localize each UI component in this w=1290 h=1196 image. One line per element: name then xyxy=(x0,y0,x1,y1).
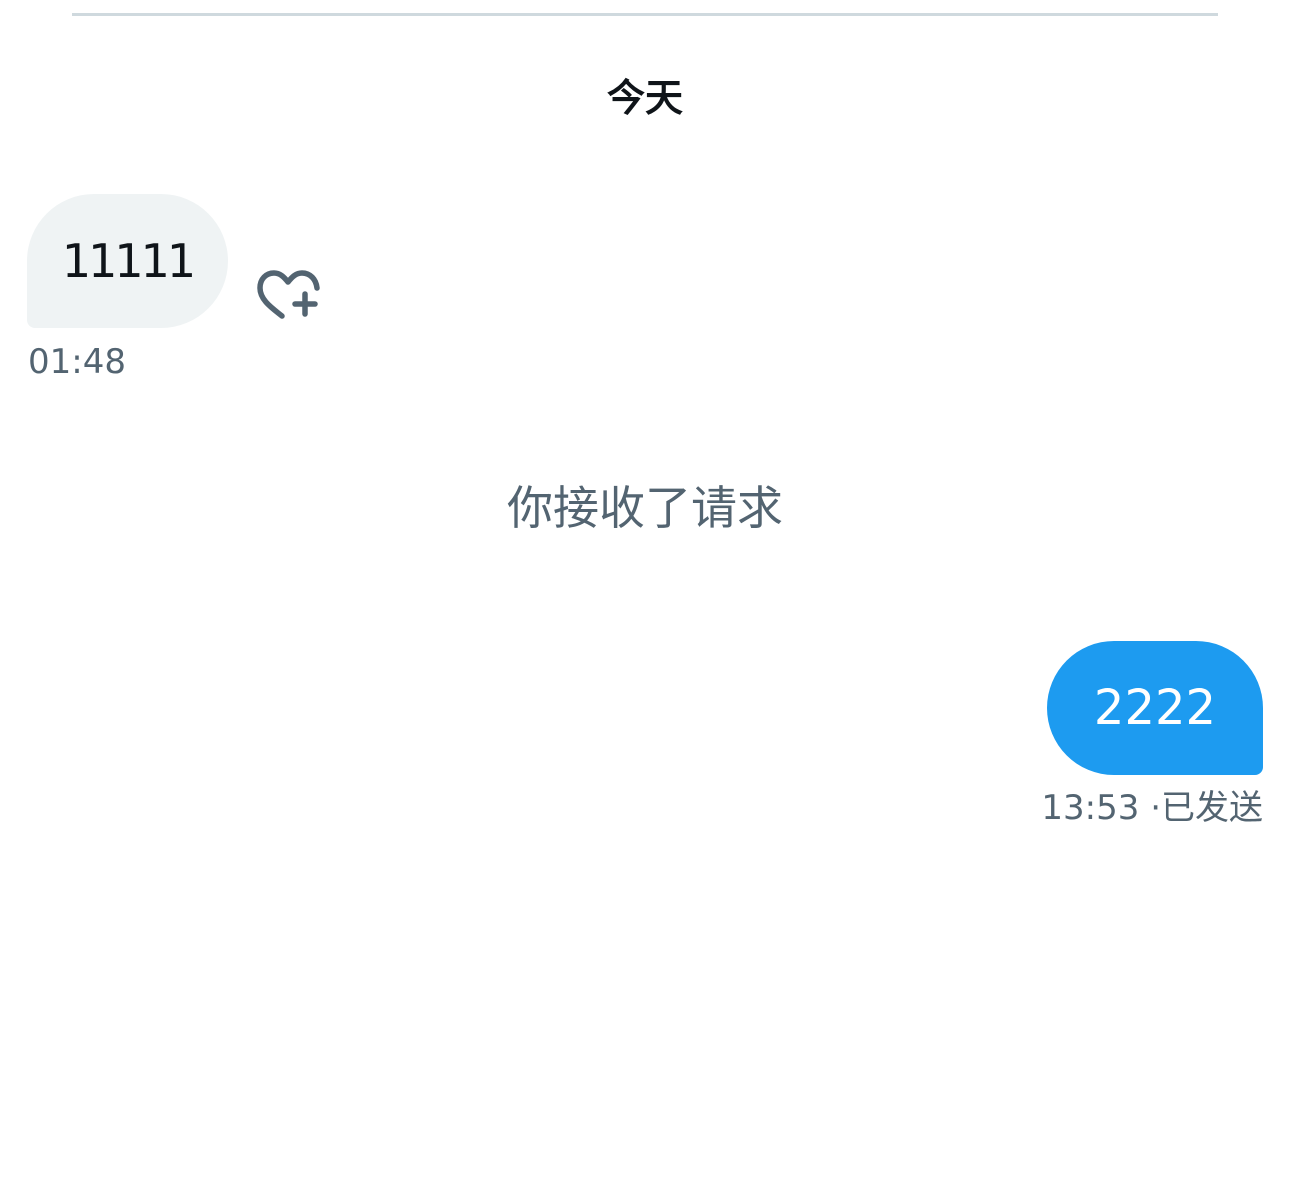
incoming-message-time: 01:48 xyxy=(28,342,126,382)
outgoing-message-bubble[interactable]: 2222 xyxy=(1047,641,1263,775)
add-reaction-button[interactable] xyxy=(252,262,322,324)
meta-separator: · xyxy=(1150,788,1161,828)
outgoing-message-time: 13:53 xyxy=(1041,788,1140,828)
outgoing-message-status: 已发送 xyxy=(1161,788,1263,828)
system-message: 你接收了请求 xyxy=(507,481,783,535)
outgoing-message-meta: 13:53 ·已发送 xyxy=(1041,786,1263,830)
incoming-message-bubble[interactable]: 11111 xyxy=(27,194,228,328)
date-divider-label: 今天 xyxy=(606,76,683,120)
outgoing-message-text: 2222 xyxy=(1093,680,1217,736)
incoming-message-text: 11111 xyxy=(61,234,196,288)
top-divider xyxy=(72,13,1218,16)
heart-plus-icon xyxy=(257,270,320,319)
